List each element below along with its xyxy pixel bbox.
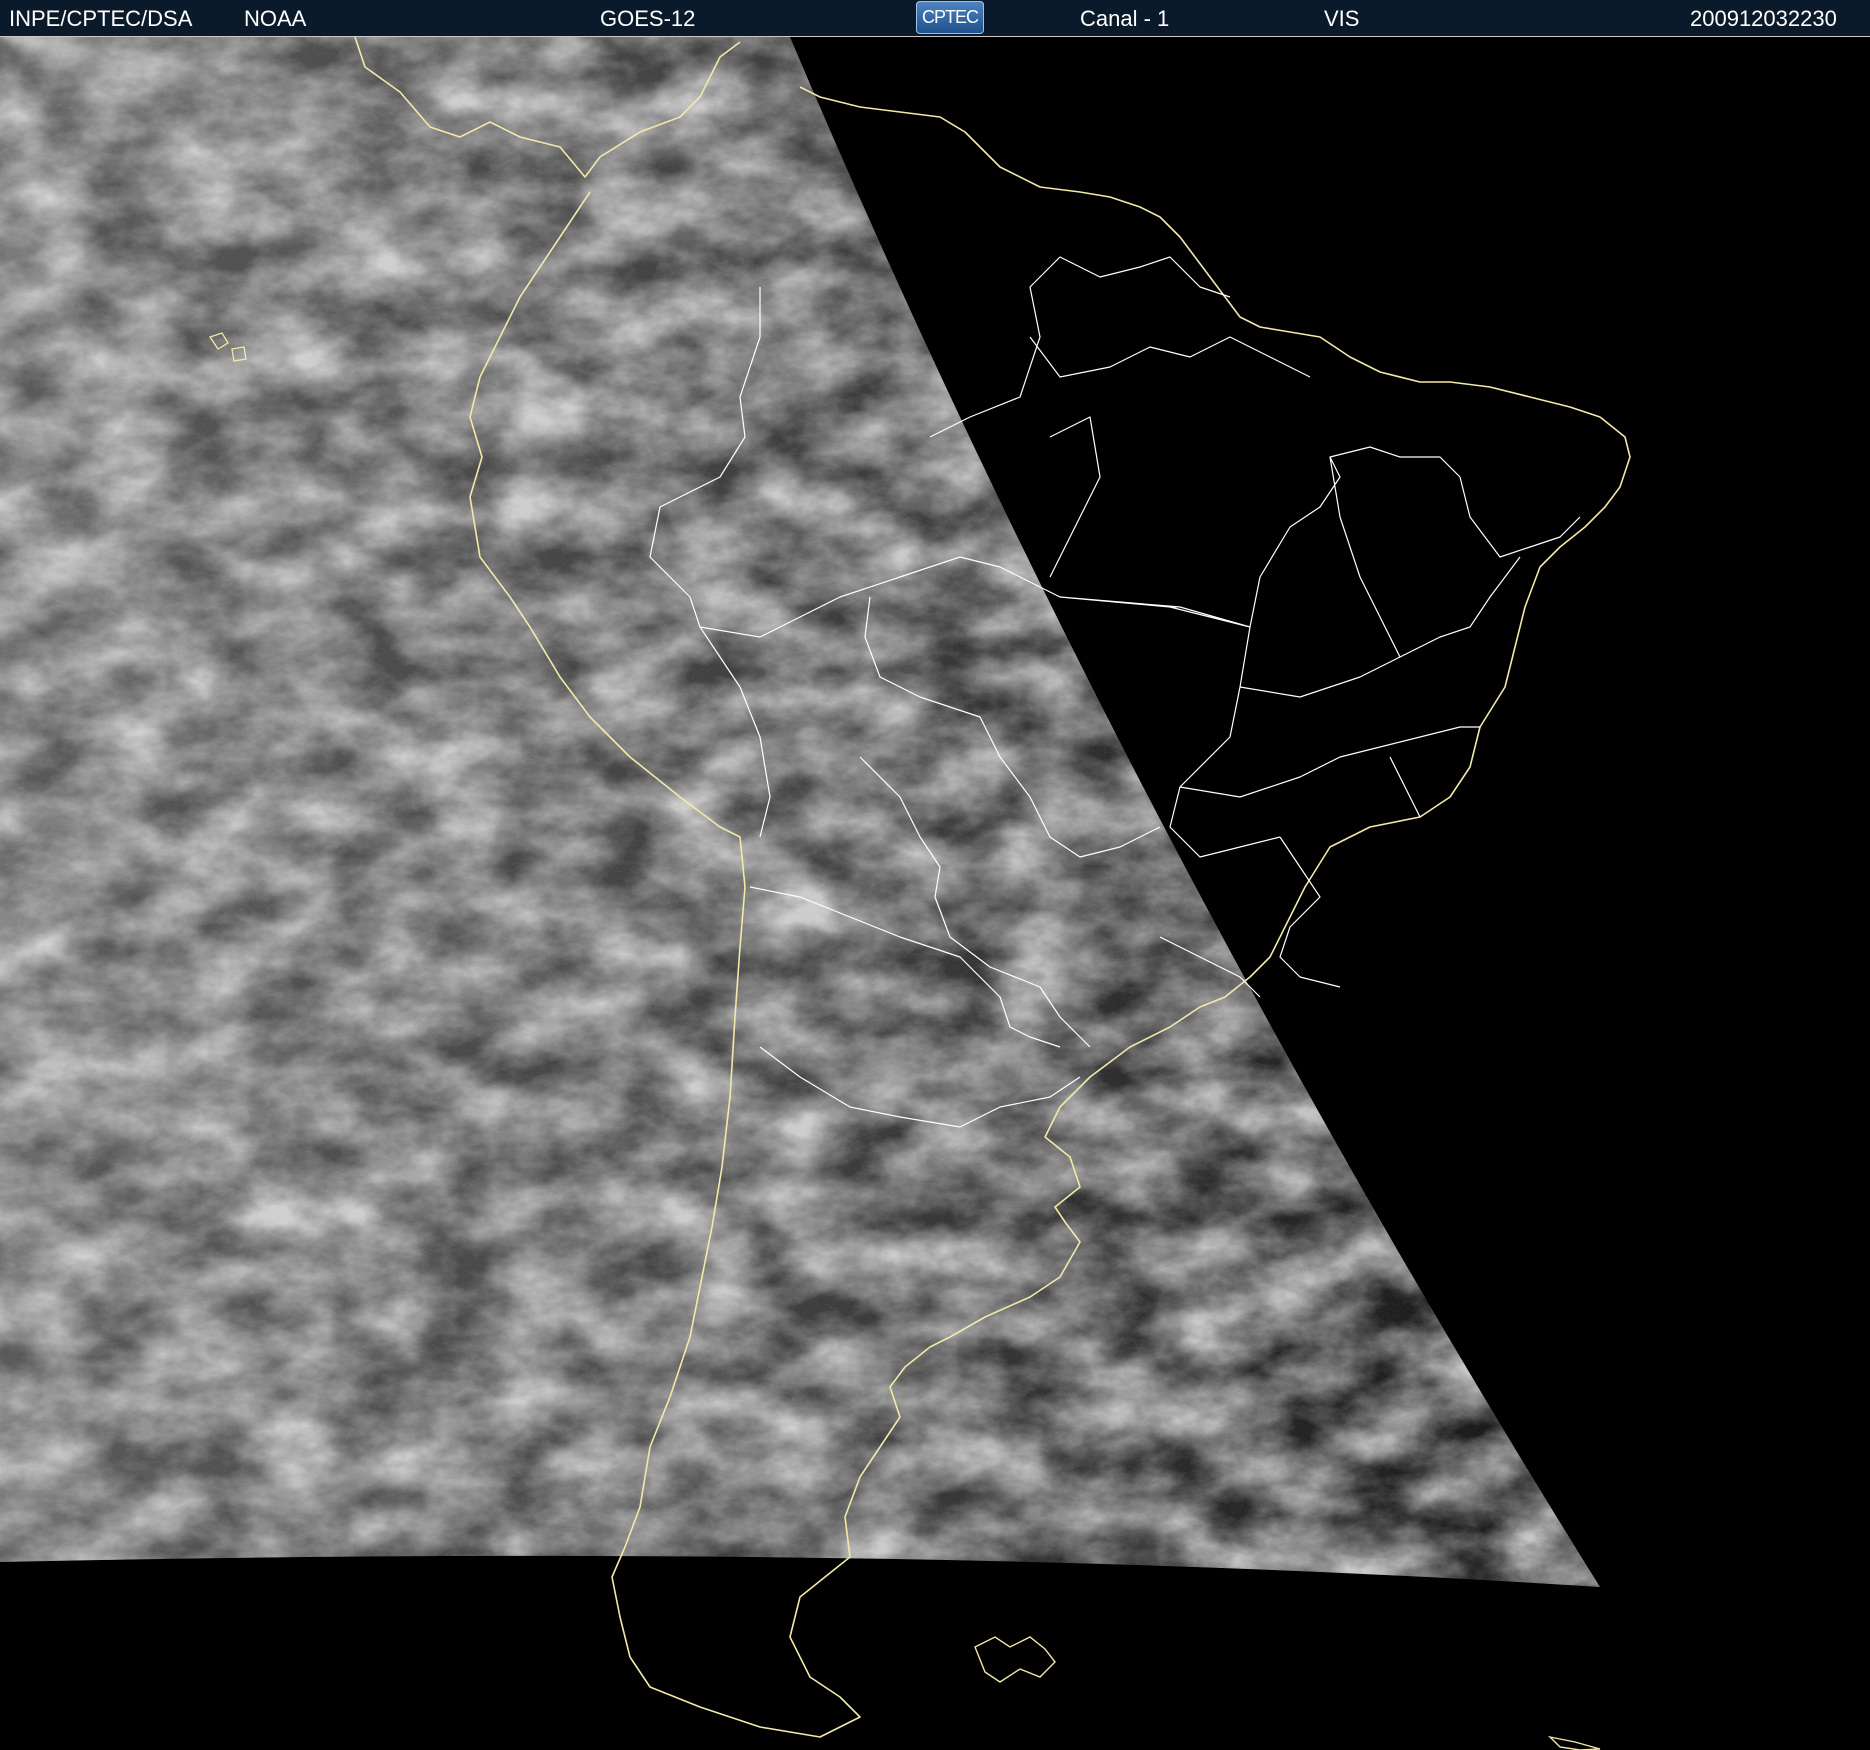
- map-svg: [0, 37, 1631, 1750]
- header-bar: INPE/CPTEC/DSA NOAA GOES-12 CPTEC Canal …: [0, 0, 1870, 37]
- agency-label: NOAA: [244, 6, 307, 31]
- satellite-image: [0, 37, 1870, 1750]
- logo-text: CPTEC: [921, 7, 979, 27]
- timestamp-label: 200912032230: [1690, 6, 1837, 31]
- falkland-islands: [974, 1636, 1056, 1683]
- satellite-label: GOES-12: [600, 6, 696, 31]
- cptec-logo: CPTEC: [916, 1, 984, 34]
- south-georgia-island: [1547, 1735, 1601, 1750]
- channel-label: Canal - 1: [1080, 6, 1170, 31]
- band-label: VIS: [1324, 6, 1360, 31]
- source-label: INPE/CPTEC/DSA: [9, 6, 193, 31]
